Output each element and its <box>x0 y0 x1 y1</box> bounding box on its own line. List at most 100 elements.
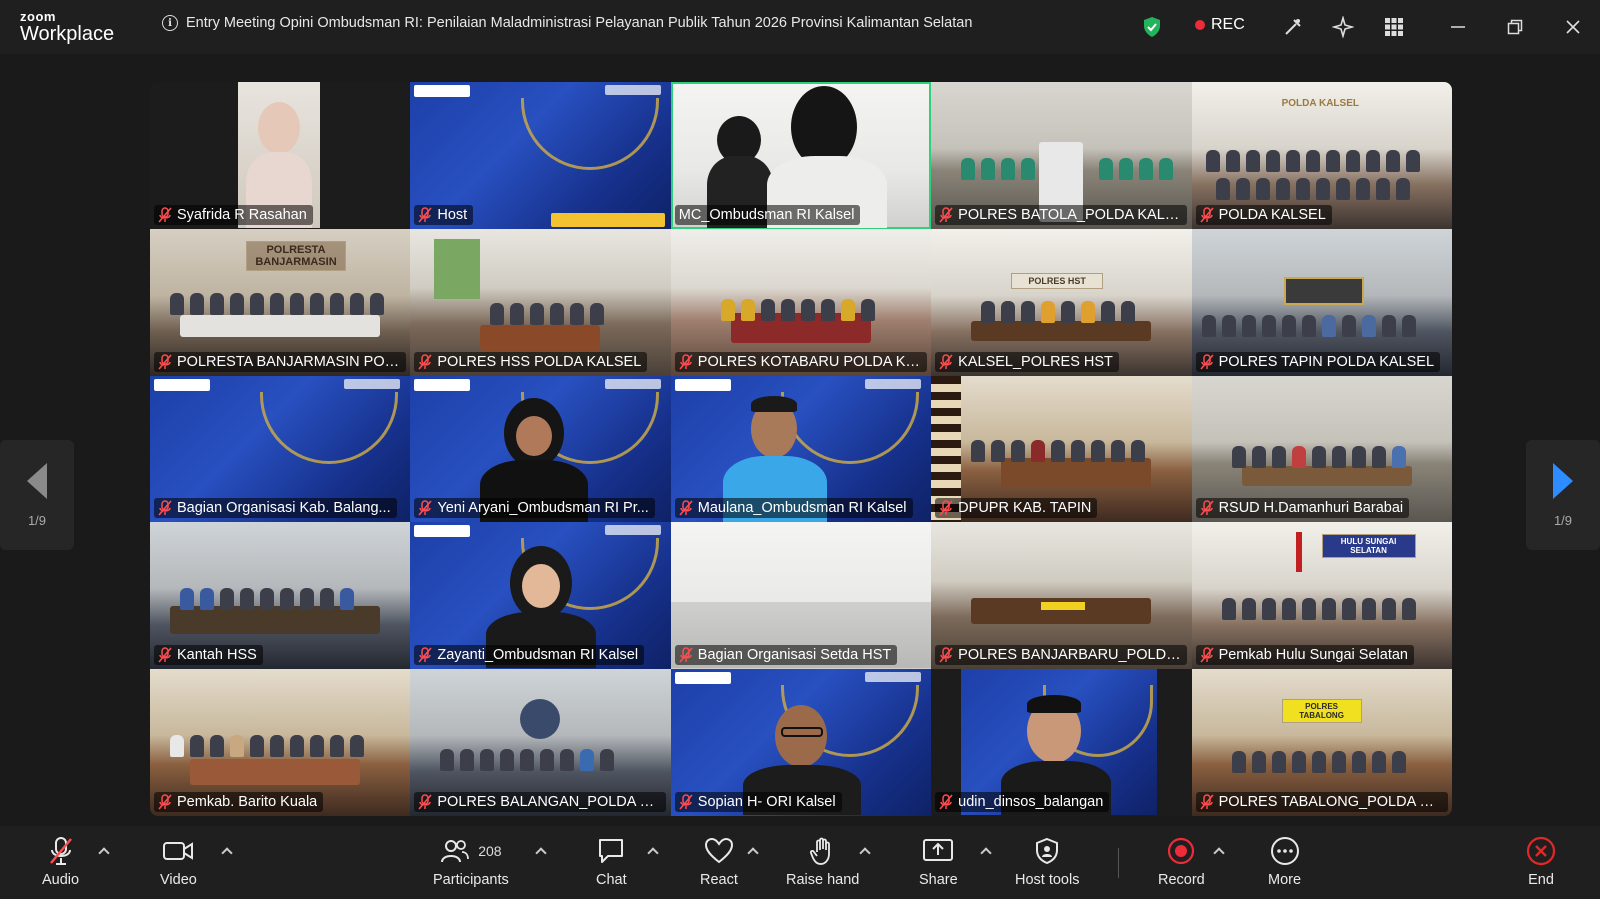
close-icon[interactable] <box>1560 14 1586 40</box>
meeting-info[interactable]: i Entry Meeting Opini Ombudsman RI: Peni… <box>162 15 972 31</box>
video-tile[interactable]: POLRES TABALONG POLRES TABALONG_POLDA KA… <box>1191 669 1452 816</box>
raise-hand-options-chevron-icon[interactable] <box>860 846 870 856</box>
video-tile[interactable]: POLRES HST KALSEL_POLRES HST <box>931 228 1192 376</box>
ai-companion-icon[interactable] <box>1330 14 1356 40</box>
video-tile[interactable]: Yeni Aryani_Ombudsman RI Pr... <box>410 375 671 523</box>
mic-muted-icon <box>158 207 172 223</box>
participant-name: POLRES TABALONG_POLDA KA... <box>1218 793 1442 810</box>
apps-grid-icon[interactable] <box>1381 14 1407 40</box>
video-tile[interactable]: udin_dinsos_balangan <box>931 669 1192 816</box>
prev-page-button[interactable]: 1/9 <box>0 440 74 550</box>
info-icon[interactable]: i <box>162 15 178 31</box>
video-tile[interactable]: Syafrida R Rasahan <box>150 82 411 229</box>
video-tile[interactable]: Pemkab. Barito Kuala <box>150 669 411 816</box>
video-tile[interactable]: POLRES BALANGAN_POLDA KA... <box>410 669 671 816</box>
flag <box>1295 532 1302 573</box>
participants-options-chevron-icon[interactable] <box>536 846 546 856</box>
meeting-table <box>1241 465 1412 486</box>
participants-label: Participants <box>433 872 509 888</box>
video-tile[interactable]: Kantah HSS <box>150 522 411 670</box>
mic-muted-icon <box>418 500 432 516</box>
share-button[interactable]: Share <box>919 836 958 888</box>
laurel-emblem <box>781 391 920 464</box>
share-options-chevron-icon[interactable] <box>981 846 991 856</box>
more-button[interactable]: More <box>1268 836 1301 888</box>
logo-tag <box>674 672 731 685</box>
video-tile[interactable]: Host <box>410 82 671 229</box>
banner-header <box>410 522 670 538</box>
banner-header <box>410 82 670 98</box>
banner-header <box>671 669 931 685</box>
video-tile[interactable]: DPUPR KAB. TAPIN <box>931 375 1192 523</box>
logo-tag <box>865 672 922 683</box>
video-tile[interactable]: POLRESTA BANJARMASIN POLRESTA BANJARMASI… <box>150 228 411 376</box>
video-tile[interactable]: Maulana_Ombudsman RI Kalsel <box>670 375 932 523</box>
meeting-controls-toolbar: Audio Video 208 Participants Chat React <box>0 826 1600 899</box>
participant-name-label: MC_Ombudsman RI Kalsel <box>674 204 861 225</box>
mic-muted-icon <box>939 353 953 370</box>
react-options-chevron-icon[interactable] <box>748 846 758 856</box>
video-tile[interactable]: HULU SUNGAI SELATAN Pemkab Hulu Sungai S… <box>1191 522 1452 670</box>
chat-options-chevron-icon[interactable] <box>648 846 658 856</box>
next-page-button[interactable]: 1/9 <box>1526 440 1600 550</box>
video-label: Video <box>160 872 197 888</box>
video-tile[interactable]: POLRES KOTABARU POLDA KAL... <box>670 228 932 376</box>
participant-name-label: KALSEL_POLRES HST <box>935 351 1119 372</box>
video-tile[interactable]: POLRES HSS POLDA KALSEL <box>410 228 671 376</box>
video-tile[interactable]: RSUD H.Damanhuri Barabai <box>1191 375 1452 523</box>
participant-name-label: Kantah HSS <box>154 645 263 666</box>
participant-name-label: POLRES BANJARBARU_POLDA ... <box>935 645 1188 666</box>
end-call-icon <box>1526 836 1556 866</box>
audio-button[interactable]: Audio <box>42 836 79 888</box>
video-tile[interactable]: Sopian H- ORI Kalsel <box>670 669 932 816</box>
video-tile[interactable]: POLDA KALSEL POLDA KALSEL <box>1191 82 1452 229</box>
video-tile[interactable]: Bagian Organisasi Setda HST <box>670 522 932 670</box>
video-tile-active-speaker[interactable]: MC_Ombudsman RI Kalsel <box>670 82 932 229</box>
minimize-icon[interactable] <box>1445 14 1471 40</box>
chairs <box>1099 158 1174 180</box>
participant-name-label: Pemkab. Barito Kuala <box>154 791 324 812</box>
brand-bottom: Workplace <box>20 23 115 45</box>
restore-icon[interactable] <box>1502 14 1528 40</box>
mic-muted-icon <box>418 794 432 810</box>
wall-emblem <box>1283 276 1364 305</box>
participant-name: POLDA KALSEL <box>1218 206 1326 223</box>
chat-button[interactable]: Chat <box>596 836 627 888</box>
participant-name-label: DPUPR KAB. TAPIN <box>935 498 1098 519</box>
mic-muted-icon <box>1199 207 1214 223</box>
participant-name: Bagian Organisasi Kab. Balang... <box>177 500 391 517</box>
react-button[interactable]: React <box>700 836 738 888</box>
audience <box>170 735 364 758</box>
gallery-grid: Syafrida R Rasahan Host MC_Ombudsman RI … <box>150 82 1452 816</box>
mic-muted-icon <box>1199 500 1214 516</box>
participant-name: MC_Ombudsman RI Kalsel <box>678 206 855 223</box>
recording-indicator[interactable]: REC <box>1195 16 1245 34</box>
meeting-table <box>190 759 360 786</box>
audio-options-chevron-icon[interactable] <box>99 846 109 856</box>
participant-name: Zayanti_Ombudsman RI Kalsel <box>437 647 639 664</box>
video-tile[interactable]: POLRES TAPIN POLDA KALSEL <box>1191 228 1452 376</box>
video-tile[interactable]: POLRES BANJARBARU_POLDA ... <box>931 522 1192 670</box>
participant-name: KALSEL_POLRES HST <box>958 353 1113 370</box>
participants-button[interactable]: 208 Participants <box>433 836 509 888</box>
react-label: React <box>700 872 738 888</box>
host-tools-button[interactable]: Host tools <box>1015 836 1079 888</box>
participant-name: POLRES TAPIN POLDA KALSEL <box>1218 353 1435 370</box>
raise-hand-button[interactable]: Raise hand <box>786 836 859 888</box>
end-meeting-button[interactable]: End <box>1526 836 1556 888</box>
participant-name: POLRES BALANGAN_POLDA KA... <box>437 793 661 810</box>
participants-icon: 208 <box>440 836 502 866</box>
wall-sign: POLRES HST <box>1011 272 1104 289</box>
video-tile[interactable]: Bagian Organisasi Kab. Balang... <box>150 375 411 523</box>
record-button[interactable]: Record <box>1158 836 1205 888</box>
video-tile[interactable]: Zayanti_Ombudsman RI Kalsel <box>410 522 671 670</box>
participant-name: DPUPR KAB. TAPIN <box>958 500 1092 517</box>
audience <box>180 588 354 611</box>
annotate-icon[interactable] <box>1280 14 1306 40</box>
video-tile[interactable]: POLRES BATOLA_POLDA KALSEL <box>931 82 1192 229</box>
video-button[interactable]: Video <box>160 836 197 888</box>
encryption-shield-icon[interactable] <box>1142 16 1162 38</box>
video-options-chevron-icon[interactable] <box>222 846 232 856</box>
logo-tag <box>154 378 210 391</box>
record-options-chevron-icon[interactable] <box>1214 846 1224 856</box>
